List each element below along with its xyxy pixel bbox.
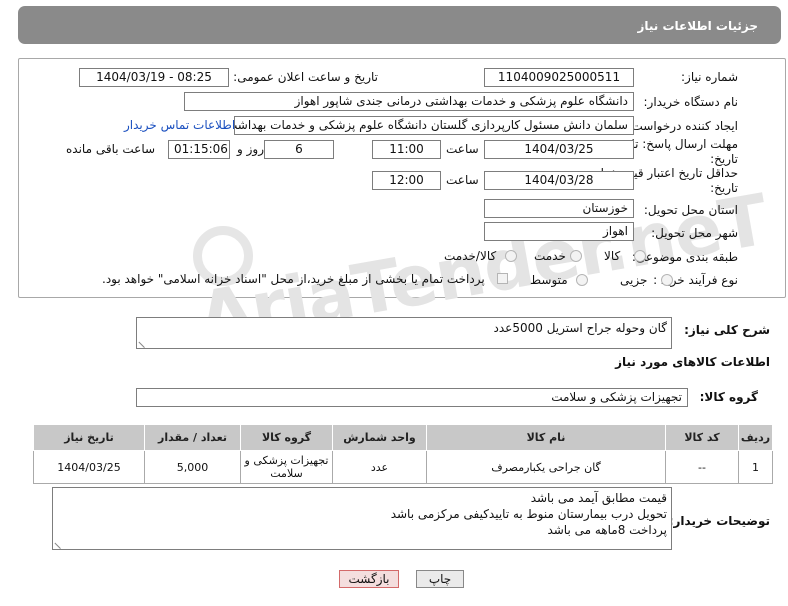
cell-qty: 5,000 bbox=[144, 450, 241, 484]
deadline-label: مهلت ارسال پاسخ: تا تاریخ: bbox=[631, 137, 738, 166]
province-field[interactable]: خوزستان bbox=[484, 199, 634, 218]
print-button[interactable]: چاپ bbox=[416, 570, 464, 588]
process-minor-label: جزیی bbox=[620, 273, 648, 287]
buyer-org-label: نام دستگاه خریدار: bbox=[643, 95, 739, 109]
cell-group: تجهیزات پزشکی و سلامت bbox=[240, 450, 333, 484]
col-row: ردیف bbox=[738, 424, 773, 451]
description-textarea[interactable]: گان وحوله جراح استریل 5000عدد bbox=[136, 317, 672, 349]
table-row[interactable]: 1 -- گان جراحی یکبارمصرف عدد تجهیزات پزش… bbox=[33, 450, 773, 484]
category-goods-radio[interactable] bbox=[634, 250, 646, 262]
col-date: تاریخ نیاز bbox=[33, 424, 145, 451]
requester-label: ایجاد کننده درخواست: bbox=[627, 119, 738, 133]
buyer-contact-link[interactable]: اطلاعات تماس خریدار bbox=[124, 118, 235, 132]
col-group: گروه کالا bbox=[240, 424, 333, 451]
col-qty: تعداد / مقدار bbox=[144, 424, 241, 451]
process-medium-radio[interactable] bbox=[576, 274, 588, 286]
table-header-row: ردیف کد کالا نام کالا واحد شمارش گروه کا… bbox=[33, 424, 773, 451]
buyer-notes-textarea[interactable]: قیمت مطابق آیمد می باشد تحویل درب بیمارس… bbox=[52, 487, 672, 550]
category-goods-service-label: کالا/خدمت bbox=[444, 249, 497, 263]
buyer-notes-line: تحویل درب بیمارستان منوط به تاییدکیفی مر… bbox=[390, 507, 667, 521]
buyer-notes-line: پرداخت 8ماهه می باشد bbox=[547, 523, 667, 537]
validity-time-label: ساعت bbox=[446, 173, 479, 187]
category-goods-label: کالا bbox=[604, 249, 621, 263]
days-label: روز و bbox=[237, 142, 264, 156]
city-label: شهر محل تحویل: bbox=[651, 226, 738, 240]
description-text: گان وحوله جراح استریل 5000عدد bbox=[493, 321, 667, 335]
process-medium-label: متوسط bbox=[530, 273, 568, 287]
buyer-notes-label: توضیحات خریدار: bbox=[668, 514, 770, 528]
back-button[interactable]: بازگشت bbox=[339, 570, 399, 588]
need-number-field[interactable]: 1104009025000511 bbox=[484, 68, 634, 87]
province-label: استان محل تحویل: bbox=[643, 203, 738, 217]
buyer-notes-line: قیمت مطابق آیمد می باشد bbox=[530, 491, 667, 505]
need-number-label: شماره نیاز: bbox=[681, 70, 738, 84]
deadline-date-field[interactable]: 1404/03/25 bbox=[484, 140, 634, 159]
goods-group-label: گروه کالا: bbox=[699, 390, 758, 404]
treasury-payment-note: پرداخت تمام یا بخشی از مبلغ خرید،از محل … bbox=[102, 272, 485, 286]
col-code: کد کالا bbox=[665, 424, 739, 451]
description-label: شرح کلی نیاز: bbox=[684, 323, 770, 337]
cell-unit: عدد bbox=[332, 450, 427, 484]
remaining-time-field[interactable]: 01:15:06 bbox=[168, 140, 230, 159]
deadline-time-label: ساعت bbox=[446, 142, 479, 156]
city-field[interactable]: اهواز bbox=[484, 222, 634, 241]
days-remaining-field[interactable]: 6 bbox=[264, 140, 334, 159]
buyer-org-field[interactable]: دانشگاه علوم پزشکی و خدمات بهداشتی درمان… bbox=[184, 92, 634, 111]
page-title: جزئیات اطلاعات نیاز bbox=[637, 19, 758, 33]
cell-code: -- bbox=[665, 450, 739, 484]
cell-row: 1 bbox=[738, 450, 773, 484]
col-unit: واحد شمارش bbox=[332, 424, 427, 451]
resize-handle-icon[interactable] bbox=[138, 335, 151, 349]
col-name: نام کالا bbox=[426, 424, 666, 451]
goods-group-field[interactable]: تجهیزات پزشکی و سلامت bbox=[136, 388, 688, 407]
category-label: طبقه بندی موضوعی: bbox=[631, 250, 738, 264]
validity-date-field[interactable]: 1404/03/28 bbox=[484, 171, 634, 190]
cell-date: 1404/03/25 bbox=[33, 450, 145, 484]
remaining-time-label: ساعت باقی مانده bbox=[66, 142, 156, 156]
process-minor-radio[interactable] bbox=[661, 274, 673, 286]
treasury-payment-checkbox[interactable] bbox=[497, 273, 508, 284]
category-service-radio[interactable] bbox=[570, 250, 582, 262]
cell-name: گان جراحی یکبارمصرف bbox=[426, 450, 666, 484]
category-goods-service-radio[interactable] bbox=[505, 250, 517, 262]
announce-date-label: تاریخ و ساعت اعلان عمومی: bbox=[233, 70, 378, 84]
category-service-label: خدمت bbox=[534, 249, 566, 263]
requester-field[interactable]: سلمان دانش مسئول کارپردازی گلستان دانشگا… bbox=[234, 116, 634, 135]
goods-table: ردیف کد کالا نام کالا واحد شمارش گروه کا… bbox=[33, 424, 773, 484]
announce-date-field[interactable]: 1404/03/19 - 08:25 bbox=[79, 68, 229, 87]
deadline-time-field[interactable]: 11:00 bbox=[372, 140, 441, 159]
validity-time-field[interactable]: 12:00 bbox=[372, 171, 441, 190]
goods-section-title: اطلاعات کالاهای مورد نیاز bbox=[615, 355, 770, 369]
resize-handle-icon[interactable] bbox=[54, 536, 67, 550]
